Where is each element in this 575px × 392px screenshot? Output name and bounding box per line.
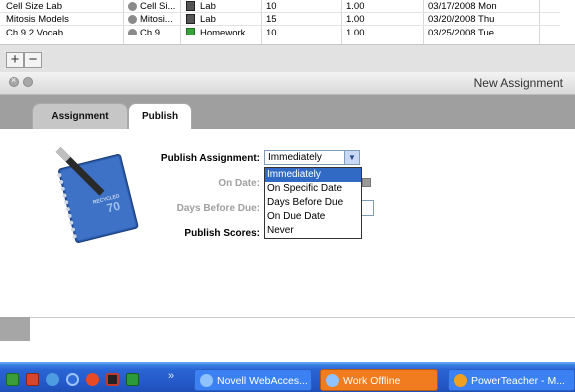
dialog-divider bbox=[0, 317, 575, 318]
tab-bar: Assignment Publish bbox=[0, 95, 575, 129]
days-before-due-label: Days Before Due: bbox=[176, 203, 260, 214]
add-assignment-button[interactable]: + bbox=[6, 52, 24, 68]
taskbar-item-novell[interactable]: Novell WebAcces... bbox=[194, 369, 312, 391]
publish-options-dropdown: Immediately On Specific Date Days Before… bbox=[264, 167, 362, 239]
publish-assignment-label: Publish Assignment: bbox=[160, 153, 260, 164]
option-on-specific-date[interactable]: On Specific Date bbox=[265, 182, 361, 196]
publish-scores-label: Publish Scores: bbox=[184, 228, 260, 239]
calendar-icon[interactable] bbox=[362, 178, 371, 187]
assignment-points: 10 bbox=[266, 28, 277, 35]
app-icon[interactable] bbox=[106, 373, 119, 386]
chevron-down-icon[interactable]: ▼ bbox=[344, 151, 359, 164]
assignment-name: Ch 9.2 Vocab bbox=[6, 28, 64, 35]
days-before-due-field[interactable] bbox=[362, 200, 374, 216]
status-icon bbox=[128, 2, 137, 11]
on-date-label: On Date: bbox=[218, 178, 260, 189]
assignment-weight: 1.00 bbox=[346, 28, 365, 35]
status-icon bbox=[128, 15, 137, 24]
status-icon bbox=[128, 29, 137, 35]
category-icon bbox=[186, 14, 195, 24]
publish-assignment-select[interactable]: Immediately ▼ bbox=[264, 150, 360, 165]
option-days-before-due[interactable]: Days Before Due bbox=[265, 196, 361, 210]
tab-publish[interactable]: Publish bbox=[128, 103, 192, 129]
category-icon bbox=[186, 1, 195, 11]
taskbar-item-label: Work Offline bbox=[343, 375, 401, 387]
remove-assignment-button[interactable]: − bbox=[24, 52, 42, 68]
dialog-title-bar: New Assignment bbox=[0, 72, 575, 95]
taskbar: » Novell WebAcces... Work Offline PowerT… bbox=[0, 362, 575, 392]
assignment-category: Homework bbox=[200, 28, 246, 35]
minimize-icon[interactable] bbox=[23, 77, 33, 87]
table-toolbar: + − bbox=[0, 44, 575, 73]
publish-select-value: Immediately bbox=[268, 152, 322, 163]
assignments-table: Cell Size Lab Cell Si... Lab 10 1.00 03/… bbox=[0, 0, 575, 50]
browser-icon[interactable] bbox=[46, 373, 59, 386]
media-icon[interactable] bbox=[66, 373, 79, 386]
assignment-short-name: Ch 9... bbox=[140, 28, 168, 35]
assignment-due-date: 03/25/2008 Tue bbox=[428, 28, 495, 35]
option-never[interactable]: Never bbox=[265, 224, 361, 238]
close-icon[interactable] bbox=[9, 75, 19, 87]
firefox-icon[interactable] bbox=[86, 373, 99, 386]
dialog-footer-strip bbox=[0, 317, 30, 341]
taskbar-item-label: PowerTeacher - M... bbox=[471, 375, 565, 387]
ie-icon bbox=[200, 374, 213, 387]
show-desktop-icon[interactable] bbox=[6, 373, 19, 386]
taskbar-item-label: Novell WebAcces... bbox=[217, 375, 308, 387]
app-icon[interactable] bbox=[26, 373, 39, 386]
table-row[interactable]: Ch 9.2 Vocab Ch 9... Homework 10 1.00 03… bbox=[0, 27, 560, 35]
tab-assignment[interactable]: Assignment bbox=[32, 103, 128, 129]
option-on-due-date[interactable]: On Due Date bbox=[265, 210, 361, 224]
ie-icon bbox=[326, 374, 339, 387]
option-immediately[interactable]: Immediately bbox=[265, 168, 361, 182]
category-icon bbox=[186, 28, 195, 35]
more-icon[interactable]: » bbox=[168, 370, 174, 382]
taskbar-item-powerteacher[interactable]: PowerTeacher - M... bbox=[448, 369, 575, 391]
firefox-icon bbox=[454, 374, 467, 387]
dialog-title: New Assignment bbox=[473, 76, 563, 90]
taskbar-item-work-offline[interactable]: Work Offline bbox=[320, 369, 438, 391]
app-icon[interactable] bbox=[126, 373, 139, 386]
